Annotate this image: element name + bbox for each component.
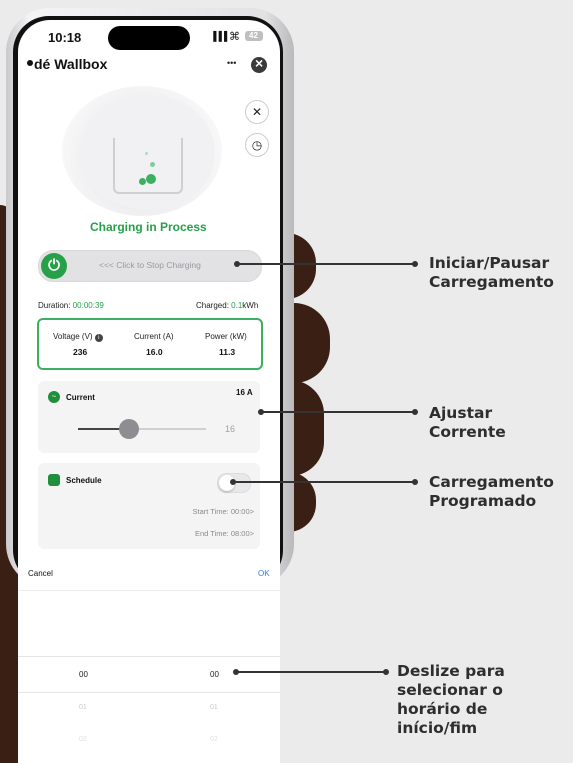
bubble-icon (150, 162, 155, 167)
current-slider-value: 16 (225, 424, 236, 434)
duration-value: 00:00:39 (72, 301, 104, 310)
tools-button[interactable]: ✕ (245, 100, 269, 124)
power-label: Power (kW) (205, 332, 247, 341)
picker-minute-option[interactable]: 02 (210, 736, 218, 743)
callout-swipe: Deslize para selecionar o horário de iní… (397, 662, 505, 737)
callout-scheduled: Carregamento Programado (429, 473, 554, 510)
charged-value: 0.1 (231, 301, 243, 310)
bubble-icon (139, 178, 146, 185)
current-slider-thumb[interactable] (119, 419, 140, 439)
charging-status: Charging in Process (90, 220, 207, 234)
location-pin-icon (27, 60, 33, 66)
metrics-card: Voltage (V) i 236 Current (A) 16.0 Power… (37, 318, 263, 370)
duration-row: Duration: 00:00:39 (38, 301, 104, 310)
callout-adjust-current: Ajustar Corrente (429, 404, 506, 441)
timer-icon: ◷ (251, 138, 263, 152)
callout-line (261, 411, 415, 413)
callout-dot (412, 261, 418, 267)
callout-dot (383, 669, 389, 675)
wifi-icon: ⌘ (229, 31, 240, 43)
status-time: 10:18 (48, 30, 82, 45)
callout-line (233, 481, 415, 483)
schedule-card: Schedule Start Time: 00:00> End Time: 08… (38, 463, 260, 549)
current-card: ~ Current 16 A 16 (38, 381, 260, 453)
callout-line (237, 263, 415, 265)
power-value: 11.3 (219, 347, 236, 357)
schedule-title: Schedule (66, 476, 102, 485)
picker-minute-selected[interactable]: 00 (210, 670, 219, 679)
power-button[interactable]: ⏻ (41, 253, 67, 279)
charged-row: Charged: 0.1kWh (196, 301, 258, 310)
close-icon: × (255, 55, 264, 71)
battery-jar-icon (113, 138, 183, 194)
picker-hour-option[interactable]: 02 (79, 736, 87, 743)
more-button[interactable]: ••• (227, 58, 236, 68)
battery-icon: 42 (245, 31, 263, 41)
tools-icon: ✕ (251, 105, 263, 119)
start-time[interactable]: Start Time: 00:00> (193, 507, 255, 516)
current-icon: ~ (48, 391, 60, 403)
callout-dot (412, 479, 418, 485)
close-button[interactable]: × (251, 55, 267, 73)
current-title: Current (66, 393, 95, 402)
signal-icon: ▐▐▐ (210, 31, 227, 41)
callout-start-pause: Iniciar/Pausar Carregamento (429, 254, 554, 291)
bubble-icon (145, 152, 148, 155)
alarm-clock-icon (48, 474, 60, 486)
voltage-value: 236 (73, 347, 88, 357)
dynamic-island (108, 26, 190, 50)
current-setting: 16 A (236, 388, 253, 397)
picker-divider (18, 590, 280, 591)
stop-charging-slider[interactable]: ⏻ <<< Click to Stop Charging (38, 250, 262, 282)
picker-minute-option[interactable]: 01 (210, 704, 218, 711)
charged-unit: kWh (242, 301, 259, 310)
info-icon: i (94, 334, 103, 342)
picker-selection-bottom (18, 692, 280, 693)
power-icon: ⏻ (48, 257, 60, 274)
picker-selection-top (18, 656, 280, 657)
ok-button[interactable]: OK (258, 569, 270, 578)
cancel-button[interactable]: Cancel (28, 569, 53, 578)
picker-hour-selected[interactable]: 00 (79, 670, 88, 679)
callout-line (236, 671, 386, 673)
current-slider-track[interactable] (78, 419, 206, 439)
charged-label: Charged: (196, 301, 229, 310)
current-label: Current (A) (134, 332, 174, 341)
current-value: 16.0 (146, 347, 163, 357)
battery-level: 42 (249, 31, 258, 40)
duration-label: Duration: (38, 301, 71, 310)
bubble-icon (146, 174, 156, 184)
end-time[interactable]: End Time: 08:00> (195, 529, 254, 538)
timer-button[interactable]: ◷ (245, 133, 269, 157)
callout-dot (412, 409, 418, 415)
picker-hour-option[interactable]: 01 (79, 704, 87, 711)
voltage-label: Voltage (V) i (53, 332, 103, 342)
slider-hint: <<< Click to Stop Charging (99, 260, 201, 270)
page-title: dé Wallbox (34, 56, 108, 72)
